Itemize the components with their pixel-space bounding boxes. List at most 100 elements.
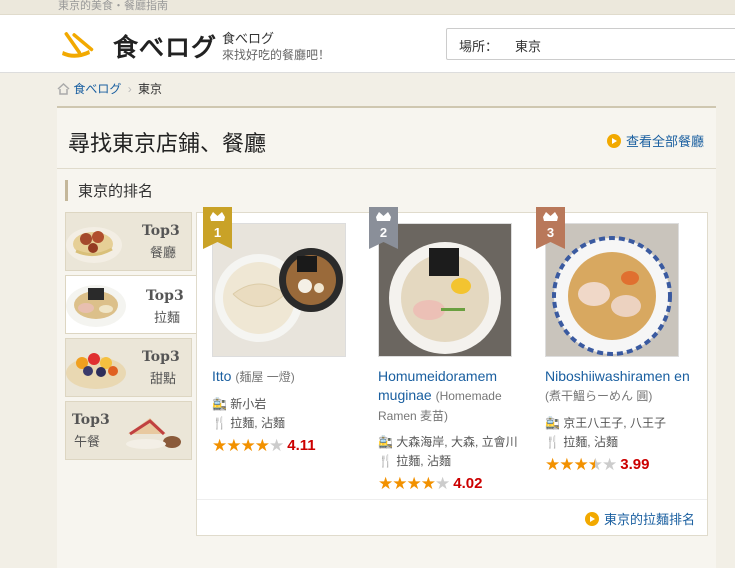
restaurant-photo[interactable] (212, 223, 346, 357)
star-icon: ★ (226, 436, 241, 455)
panel-divider (197, 499, 707, 500)
restaurant-name[interactable]: Niboshiiwashiramen en (煮干鰮らーめん 圓) (545, 367, 695, 406)
restaurant-name-sub: (麺屋 一燈) (235, 370, 295, 384)
arrow-circle-icon (584, 512, 599, 526)
fork-knife-icon: 🍴 (212, 416, 227, 430)
tab-category-label: 餐廳 (150, 245, 177, 260)
station-info: 🚉 京王八王子, 八王子 (545, 414, 666, 433)
station-text: 京王八王子, 八王子 (563, 416, 666, 430)
tab-top3-label: Top3 (142, 223, 180, 239)
genre-text: 拉麵, 沾麵 (396, 454, 451, 468)
restaurant-name[interactable]: Homumeidoramem muginae (Homemade Ramen 麦… (378, 367, 528, 426)
rating-score: 4.02 (453, 475, 483, 492)
star-icon: ★ (392, 474, 407, 493)
rating: ★★★★★ 4.02 (378, 474, 482, 494)
tab-category-label: 甜點 (150, 371, 177, 386)
tab-sweets[interactable]: Top3 甜點 (65, 338, 192, 397)
star-icon: ★ (602, 455, 617, 474)
home-icon (57, 83, 70, 95)
restaurant-name-text: Itto (212, 368, 232, 384)
view-all-label: 查看全部餐廳 (625, 134, 704, 149)
location-value[interactable]: 東京 (515, 36, 541, 55)
tab-top3-label: Top3 (146, 288, 184, 304)
fruit-tart-photo (66, 353, 126, 389)
star-icon: ★ (378, 474, 393, 493)
rating-stars: ★★★★★ (378, 474, 450, 493)
train-icon: 🚉 (545, 416, 560, 430)
site-tagline: 東京的美食・餐廳指南 (58, 0, 168, 12)
rank-number: 1 (214, 225, 221, 240)
rating-stars: ★★★★★ (212, 436, 284, 455)
breadcrumb: 食べログ › 東京 (57, 80, 162, 97)
genre-info: 🍴 拉麵, 沾麵 (378, 452, 451, 471)
rank-3-badge: 3 (536, 207, 565, 249)
restaurant-name-text: Niboshiiwashiramen en (545, 368, 690, 384)
ranking-panel: 1 Itto (麺屋 一燈) 🚉 新小岩 🍴 拉麵, 沾麵 ★★★★★ 4.11… (196, 207, 708, 536)
divider (57, 168, 716, 169)
rating: ★★★★★ 3.99 (545, 455, 649, 475)
train-icon: 🚉 (378, 435, 393, 449)
ramen-ranking-link[interactable]: 東京的拉麵排名 (584, 509, 695, 528)
genre-text: 拉麵, 沾麵 (230, 416, 285, 430)
rank-2-badge: 2 (369, 207, 398, 249)
ranking-heading: 東京的排名 (65, 180, 153, 201)
brand-slogan: 來找好吃的餐廳吧！ (222, 48, 331, 62)
star-icon: ★ (254, 436, 270, 455)
breadcrumb-chevron-icon: › (127, 82, 132, 96)
station-info: 🚉 大森海岸, 大森, 立會川 (378, 433, 518, 452)
logo-text[interactable]: 食べログ (113, 28, 217, 64)
tab-ramen[interactable]: Top3 拉麵 (65, 275, 196, 334)
page-title: 尋找東京店鋪、餐廳 (68, 131, 267, 156)
breadcrumb-current: 東京 (138, 82, 163, 96)
top-strip: 東京的美食・餐廳指南 (0, 0, 735, 15)
tab-top3-label: Top3 (142, 349, 180, 365)
fork-knife-icon: 🍴 (378, 454, 393, 468)
ramen-photo (66, 285, 126, 327)
star-icon: ★ (240, 436, 256, 455)
star-icon: ★ (559, 455, 574, 474)
view-all-restaurants-link[interactable]: 查看全部餐廳 (606, 131, 704, 150)
sandwich-photo (126, 418, 181, 449)
tab-category-label: 午餐 (74, 434, 101, 449)
star-icon: ★ (435, 474, 450, 493)
station-info: 🚉 新小岩 (212, 395, 266, 414)
star-icon: ★ (212, 436, 227, 455)
star-icon: ★ (587, 455, 603, 474)
star-icon: ★ (545, 455, 560, 474)
tab-top3-label: Top3 (72, 412, 110, 428)
genre-info: 🍴 拉麵, 沾麵 (212, 414, 285, 433)
genre-text: 拉麵, 沾麵 (563, 435, 618, 449)
pasta-photo (66, 227, 122, 263)
rating-score: 3.99 (620, 456, 650, 473)
rank-number: 3 (547, 225, 554, 240)
restaurant-photo[interactable] (545, 223, 679, 357)
station-text: 新小岩 (230, 397, 267, 411)
brand-name: 食べログ (222, 31, 275, 46)
tab-category-label: 拉麵 (154, 310, 181, 325)
restaurant-name[interactable]: Itto (麺屋 一燈) (212, 367, 362, 387)
restaurant-name-sub: (煮干鰮らーめん 圓) (545, 389, 653, 403)
genre-info: 🍴 拉麵, 沾麵 (545, 433, 618, 452)
ranking-tabs: Top3 餐廳 Top3 拉麵 Top3 甜點 Top3 午餐 (65, 212, 196, 464)
chopsticks-logo-icon[interactable] (57, 26, 109, 60)
breadcrumb-home-link[interactable]: 食べログ (73, 82, 121, 96)
star-icon: ★ (573, 455, 589, 474)
ramen-ranking-label: 東京的拉麵排名 (603, 512, 695, 527)
location-label: 場所： (459, 39, 499, 54)
rating-score: 4.11 (287, 437, 316, 454)
tab-lunch[interactable]: Top3 午餐 (65, 401, 192, 460)
star-icon: ★ (420, 474, 436, 493)
header: 食べログ 食べログ 來找好吃的餐廳吧！ 場所： 東京 (0, 15, 735, 73)
location-search-field[interactable]: 場所： 東京 (446, 28, 735, 60)
restaurant-photo[interactable] (378, 223, 512, 357)
arrow-circle-icon (606, 134, 621, 148)
rank-1-badge: 1 (203, 207, 232, 249)
rating-stars: ★★★★★ (545, 455, 617, 474)
station-text: 大森海岸, 大森, 立會川 (396, 435, 518, 449)
star-icon: ★ (269, 436, 284, 455)
train-icon: 🚉 (212, 397, 227, 411)
star-icon: ★ (406, 474, 422, 493)
rank-number: 2 (380, 225, 387, 240)
tab-restaurants[interactable]: Top3 餐廳 (65, 212, 192, 271)
fork-knife-icon: 🍴 (545, 435, 560, 449)
